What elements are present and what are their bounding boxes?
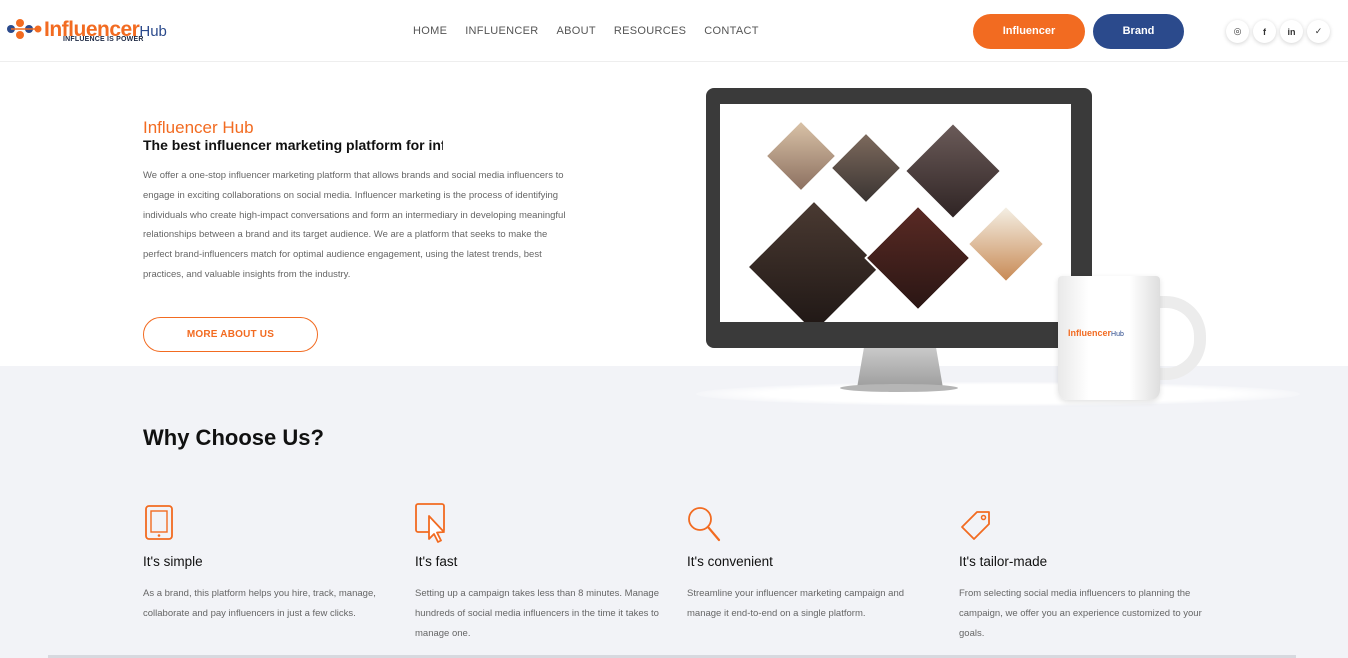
nav-influencer[interactable]: INFLUENCER bbox=[465, 25, 538, 37]
hero-subtitle: The best influencer marketing platform f… bbox=[143, 137, 443, 153]
main-nav: HOME INFLUENCER ABOUT RESOURCES CONTACT bbox=[413, 25, 759, 37]
hero-mockup-image: InfluencerHub bbox=[690, 80, 1310, 410]
hero-title: Influencer Hub bbox=[143, 118, 254, 137]
facebook-icon[interactable]: f bbox=[1253, 20, 1276, 43]
mug-logo: InfluencerHub bbox=[1068, 328, 1124, 338]
monitor-stand bbox=[857, 348, 943, 388]
influencer-button[interactable]: Influencer bbox=[973, 14, 1085, 49]
feature-text: From selecting social media influencers … bbox=[959, 588, 1202, 639]
site-logo[interactable]: InfluencerHub INFLUENCE IS POWER bbox=[6, 14, 176, 48]
site-header: InfluencerHub INFLUENCE IS POWER HOME IN… bbox=[0, 0, 1348, 62]
feature-title: It's tailor-made bbox=[959, 554, 1048, 569]
nav-about[interactable]: ABOUT bbox=[557, 25, 596, 37]
mockup-shadow bbox=[696, 382, 1300, 406]
feature-tailor-made: It's tailor-made From selecting social m… bbox=[959, 503, 1209, 639]
feature-fast: It's fast Setting up a campaign takes le… bbox=[415, 503, 665, 639]
feature-simple: It's simple As a brand, this platform he… bbox=[143, 503, 393, 619]
feature-title: It's simple bbox=[143, 554, 203, 569]
cursor-icon bbox=[415, 503, 445, 543]
nav-contact[interactable]: CONTACT bbox=[704, 25, 758, 37]
nav-resources[interactable]: RESOURCES bbox=[614, 25, 686, 37]
branded-mug: InfluencerHub bbox=[1058, 276, 1160, 400]
influencer-photo bbox=[864, 204, 972, 312]
logo-tagline: INFLUENCE IS POWER bbox=[63, 36, 144, 43]
feature-title: It's convenient bbox=[687, 554, 773, 569]
linkedin-icon[interactable]: in bbox=[1280, 20, 1303, 43]
search-icon bbox=[688, 507, 721, 542]
feature-text: Streamline your influencer marketing cam… bbox=[687, 588, 905, 619]
monitor bbox=[706, 88, 1092, 348]
twitter-icon[interactable]: ✓ bbox=[1307, 20, 1330, 43]
feature-convenient: It's convenient Streamline your influenc… bbox=[687, 503, 937, 619]
brand-button[interactable]: Brand bbox=[1093, 14, 1184, 49]
why-choose-title: Why Choose Us? bbox=[143, 425, 324, 450]
hero-description: We offer a one-stop influencer marketing… bbox=[143, 170, 566, 280]
monitor-screen bbox=[720, 104, 1071, 322]
feature-text: Setting up a campaign takes less than 8 … bbox=[415, 588, 659, 639]
monitor-stand-base bbox=[840, 384, 958, 392]
tablet-icon bbox=[145, 505, 173, 540]
influencer-photo bbox=[966, 204, 1046, 284]
more-about-us-button[interactable]: MORE ABOUT US bbox=[143, 317, 318, 352]
influencer-photo bbox=[829, 131, 903, 205]
feature-title: It's fast bbox=[415, 554, 458, 569]
instagram-icon[interactable]: ◎ bbox=[1226, 20, 1249, 43]
social-links: ◎ f in ✓ bbox=[1226, 20, 1330, 43]
nav-home[interactable]: HOME bbox=[413, 25, 447, 37]
mug-logo-name: Influencer bbox=[1068, 328, 1112, 338]
influencer-photo bbox=[746, 199, 882, 322]
influencer-photo bbox=[764, 119, 838, 193]
mug-logo-suffix: Hub bbox=[1111, 331, 1124, 338]
feature-text: As a brand, this platform helps you hire… bbox=[143, 588, 376, 619]
tag-icon bbox=[961, 511, 990, 540]
logo-mark-icon bbox=[7, 19, 42, 39]
